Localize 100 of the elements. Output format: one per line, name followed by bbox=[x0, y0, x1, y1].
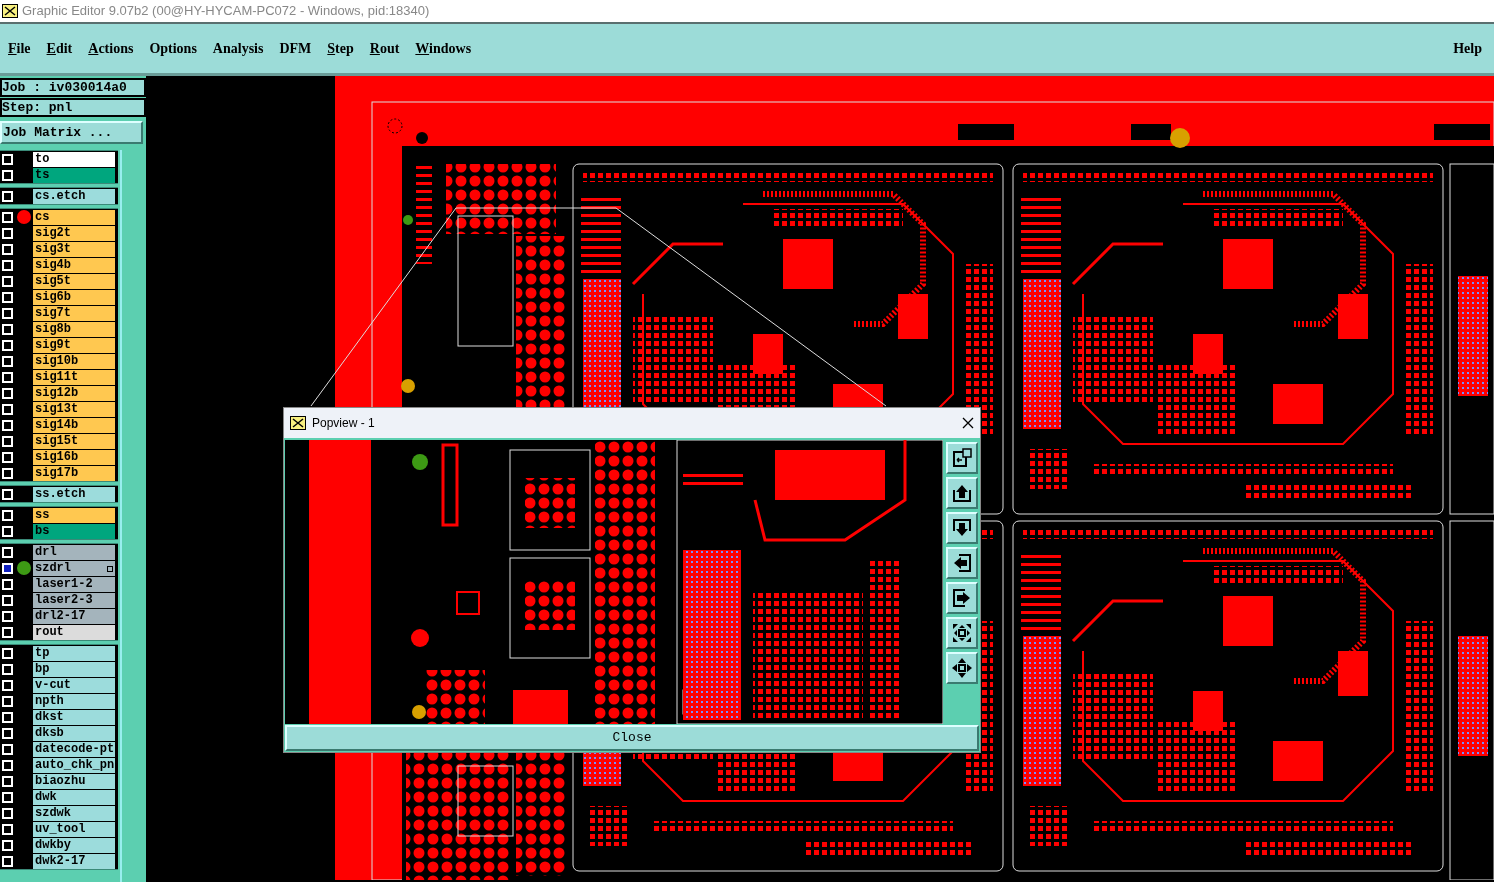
layer-name[interactable]: cs bbox=[33, 209, 115, 225]
layer-checkbox[interactable] bbox=[1, 562, 13, 574]
layer-name[interactable]: dkst bbox=[33, 709, 115, 725]
layer-checkbox[interactable] bbox=[1, 791, 13, 803]
menu-item[interactable]: Step bbox=[327, 38, 354, 59]
layer-name[interactable]: szdwk bbox=[33, 805, 115, 821]
menu-item[interactable]: File bbox=[8, 38, 31, 59]
layer-checkbox[interactable] bbox=[1, 211, 13, 223]
close-icon[interactable] bbox=[962, 417, 974, 429]
menu-item[interactable]: Windows bbox=[415, 38, 472, 59]
layer-name[interactable]: sig17b bbox=[33, 465, 115, 481]
layer-name[interactable]: bp bbox=[33, 661, 115, 677]
menu-item[interactable]: Edit bbox=[46, 38, 73, 59]
layer-name[interactable]: tp bbox=[33, 645, 115, 661]
layer-checkbox[interactable] bbox=[1, 711, 13, 723]
layer-checkbox[interactable] bbox=[1, 355, 13, 367]
layer-checkbox[interactable] bbox=[1, 435, 13, 447]
layer-name[interactable]: sig13t bbox=[33, 401, 115, 417]
layer-name[interactable]: sig14b bbox=[33, 417, 115, 433]
layer-checkbox[interactable] bbox=[1, 610, 13, 622]
layer-name[interactable]: ts bbox=[33, 167, 115, 183]
layer-name[interactable]: laser2-3 bbox=[33, 592, 115, 608]
layer-checkbox[interactable] bbox=[1, 153, 13, 165]
view-tool-button[interactable] bbox=[946, 477, 978, 509]
layer-name[interactable]: biaozhu bbox=[33, 773, 115, 789]
layer-checkbox[interactable] bbox=[1, 759, 13, 771]
layer-name[interactable]: sig11t bbox=[33, 369, 115, 385]
layer-checkbox[interactable] bbox=[1, 227, 13, 239]
layer-name[interactable]: bs bbox=[33, 523, 115, 539]
menu-item[interactable]: Options bbox=[149, 38, 197, 59]
menu-item[interactable]: Help bbox=[1453, 38, 1482, 59]
layer-name[interactable]: dksb bbox=[33, 725, 115, 741]
layer-checkbox[interactable] bbox=[1, 663, 13, 675]
layer-checkbox[interactable] bbox=[1, 403, 13, 415]
layer-name[interactable]: dwk bbox=[33, 789, 115, 805]
close-button[interactable]: Close bbox=[285, 725, 979, 751]
view-tool-button[interactable] bbox=[946, 582, 978, 614]
layer-name[interactable]: ss.etch bbox=[33, 486, 115, 502]
layer-checkbox[interactable] bbox=[1, 546, 13, 558]
layer-checkbox[interactable] bbox=[1, 594, 13, 606]
layer-name[interactable]: sig5t bbox=[33, 273, 115, 289]
layer-name[interactable]: sig8b bbox=[33, 321, 115, 337]
layer-name[interactable]: auto_chk_pn bbox=[33, 757, 115, 773]
layer-checkbox[interactable] bbox=[1, 839, 13, 851]
layer-checkbox[interactable] bbox=[1, 259, 13, 271]
layer-checkbox[interactable] bbox=[1, 695, 13, 707]
layer-checkbox[interactable] bbox=[1, 509, 13, 521]
menu-item[interactable]: DFM bbox=[279, 38, 312, 59]
layer-name[interactable]: sig15t bbox=[33, 433, 115, 449]
layer-checkbox[interactable] bbox=[1, 419, 13, 431]
layer-checkbox[interactable] bbox=[1, 823, 13, 835]
layer-name[interactable]: sig10b bbox=[33, 353, 115, 369]
layer-checkbox[interactable] bbox=[1, 855, 13, 867]
menu-item[interactable]: Analysis bbox=[212, 38, 264, 59]
layer-checkbox[interactable] bbox=[1, 275, 13, 287]
layer-name[interactable]: sig3t bbox=[33, 241, 115, 257]
layer-name[interactable]: rout bbox=[33, 624, 115, 640]
layer-checkbox[interactable] bbox=[1, 679, 13, 691]
layer-checkbox[interactable] bbox=[1, 387, 13, 399]
view-tool-button[interactable] bbox=[946, 547, 978, 579]
layer-checkbox[interactable] bbox=[1, 339, 13, 351]
layer-checkbox[interactable] bbox=[1, 323, 13, 335]
layer-checkbox[interactable] bbox=[1, 488, 13, 500]
layer-checkbox[interactable] bbox=[1, 647, 13, 659]
layer-name[interactable]: sig9t bbox=[33, 337, 115, 353]
view-tool-button[interactable] bbox=[946, 512, 978, 544]
layer-checkbox[interactable] bbox=[1, 169, 13, 181]
layer-name[interactable]: dwk2-17 bbox=[33, 853, 115, 869]
layer-checkbox[interactable] bbox=[1, 807, 13, 819]
layer-name[interactable]: v-cut bbox=[33, 677, 115, 693]
layer-name[interactable]: sig12b bbox=[33, 385, 115, 401]
layer-checkbox[interactable] bbox=[1, 371, 13, 383]
layer-name[interactable]: cs.etch bbox=[33, 188, 115, 204]
layer-name[interactable]: szdrl bbox=[33, 560, 115, 576]
layer-checkbox[interactable] bbox=[1, 775, 13, 787]
layer-name[interactable]: drl2-17 bbox=[33, 608, 115, 624]
layer-name[interactable]: drl bbox=[33, 544, 115, 560]
layer-name[interactable]: sig16b bbox=[33, 449, 115, 465]
layer-checkbox[interactable] bbox=[1, 190, 13, 202]
layer-checkbox[interactable] bbox=[1, 743, 13, 755]
job-matrix-button[interactable]: Job Matrix ... bbox=[0, 121, 143, 144]
layer-checkbox[interactable] bbox=[1, 451, 13, 463]
layer-checkbox[interactable] bbox=[1, 578, 13, 590]
layer-name[interactable]: sig2t bbox=[33, 225, 115, 241]
layer-checkbox[interactable] bbox=[1, 243, 13, 255]
layer-name[interactable]: sig7t bbox=[33, 305, 115, 321]
view-tool-button[interactable] bbox=[946, 652, 978, 684]
layer-name[interactable]: sig4b bbox=[33, 257, 115, 273]
view-tool-button[interactable] bbox=[946, 442, 978, 474]
menu-item[interactable]: Rout bbox=[369, 38, 400, 59]
layer-checkbox[interactable] bbox=[1, 626, 13, 638]
layer-name[interactable]: laser1-2 bbox=[33, 576, 115, 592]
layer-name[interactable]: uv_tool bbox=[33, 821, 115, 837]
layer-name[interactable]: dwkby bbox=[33, 837, 115, 853]
layer-name[interactable]: datecode-pt bbox=[33, 741, 115, 757]
layer-name[interactable]: to bbox=[33, 151, 115, 167]
layer-name[interactable]: sig6b bbox=[33, 289, 115, 305]
view-tool-button[interactable] bbox=[946, 617, 978, 649]
layer-name[interactable]: npth bbox=[33, 693, 115, 709]
layer-checkbox[interactable] bbox=[1, 467, 13, 479]
